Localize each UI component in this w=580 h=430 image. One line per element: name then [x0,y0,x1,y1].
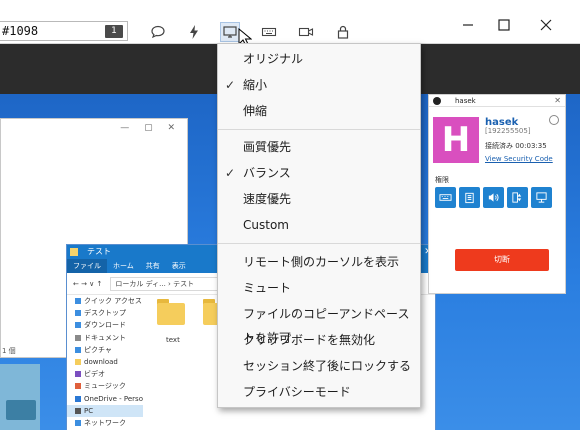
keyboard-permission-icon [435,187,456,208]
peer-id: [192255505] [485,127,531,135]
nav-item: クイック アクセス [67,295,143,307]
nav-item: ドキュメント [67,332,143,344]
lightning-icon[interactable] [184,22,204,42]
nav-item: ダウンロード [67,319,143,331]
app-logo-icon [433,97,441,105]
nav-item: download [67,356,143,368]
ribbon-tab-view: 表示 [171,262,186,270]
menu-item-show-remote-cursor[interactable]: リモート側のカーソルを表示 [218,250,420,274]
title-bar: #1098 1 [0,0,580,47]
menu-item-disable-clipboard[interactable]: クリップボードを無効化 [218,328,420,352]
nav-item: デスクトップ [67,307,143,319]
ribbon-tab-file: ファイル [67,259,107,273]
nav-item: ミュージック [67,380,143,392]
permissions-label: 権限 [435,176,449,184]
explorer-title: テスト [87,247,111,256]
menu-item-balanced[interactable]: ✓ バランス [218,161,420,185]
menu-item-privacy-mode[interactable]: プライバシーモード [218,380,420,404]
menu-item-allow-file-copy-paste[interactable]: ファイルのコピーアンドペーストを許可 [218,302,420,345]
explorer-nav-pane: クイック アクセス デスクトップ ダウンロード ドキュメント ピクチャ down… [67,295,143,429]
maximize-button[interactable] [490,14,518,36]
panel-title: hasek [455,97,476,105]
session-id-text: #1098 [2,24,39,38]
folder-icon [70,248,78,256]
chat-icon[interactable] [148,22,168,42]
connection-panel: hasek ✕ H hasek [192255505] 接続済み 00:03:3… [428,94,566,294]
menu-item-mute[interactable]: ミュート [218,276,420,300]
menu-item-shrink[interactable]: ✓ 縮小 [218,73,420,97]
camera-icon[interactable] [296,22,316,42]
remote-desktop-chair [6,400,36,420]
check-icon: ✓ [225,78,236,92]
restart-permission-icon [531,187,552,208]
menu-separator [218,129,420,130]
keyboard-icon[interactable] [259,22,279,42]
nav-item: ビデオ [67,368,143,380]
session-id-field[interactable]: #1098 1 [0,21,128,41]
audio-permission-icon [483,187,504,208]
check-icon: ✓ [225,166,236,180]
nav-arrows-icon: ← → ∨ ↑ [73,279,103,288]
permission-buttons [435,187,552,208]
display-settings-menu: オリジナル ✓ 縮小 伸縮 画質優先 ✓ バランス 速度優先 Custom リモ… [217,43,421,408]
ribbon-tab-home: ホーム [113,262,134,270]
folder-label: text [166,336,180,344]
avatar: H [433,117,479,163]
menu-item-custom[interactable]: Custom [218,213,420,237]
menu-separator [218,243,420,244]
folder-icon [157,297,185,327]
ribbon-tab-share: 共有 [145,262,160,270]
nav-item: OneDrive - Personal [67,393,143,405]
menu-item-speed-priority[interactable]: 速度優先 [218,187,420,211]
menu-item-stretch[interactable]: 伸縮 [218,99,420,123]
nav-item: PC [67,404,143,417]
monitor-badge[interactable]: 1 [105,25,123,38]
nav-item: ピクチャ [67,344,143,356]
panel-title-bar: hasek ✕ [429,95,565,107]
security-code-link: View Security Code [485,155,553,163]
lock-icon[interactable] [333,22,353,42]
file-permission-icon [507,187,528,208]
menu-item-original[interactable]: オリジナル [218,47,420,71]
menu-item-lock-after-session[interactable]: セッション終了後にロックする [218,354,420,378]
clipboard-permission-icon [459,187,480,208]
minimize-button[interactable] [454,14,482,36]
remote-desktop-thumbnail [0,364,40,430]
menu-item-quality-priority[interactable]: 画質優先 [218,135,420,159]
close-icon: ✕ [554,96,561,105]
edit-icon [549,115,559,125]
display-icon[interactable] [220,22,240,42]
nav-item: ネットワーク [67,417,143,429]
close-button[interactable] [532,14,560,36]
connection-status: 接続済み 00:03:35 [485,142,547,150]
disconnect-button: 切断 [455,249,549,271]
